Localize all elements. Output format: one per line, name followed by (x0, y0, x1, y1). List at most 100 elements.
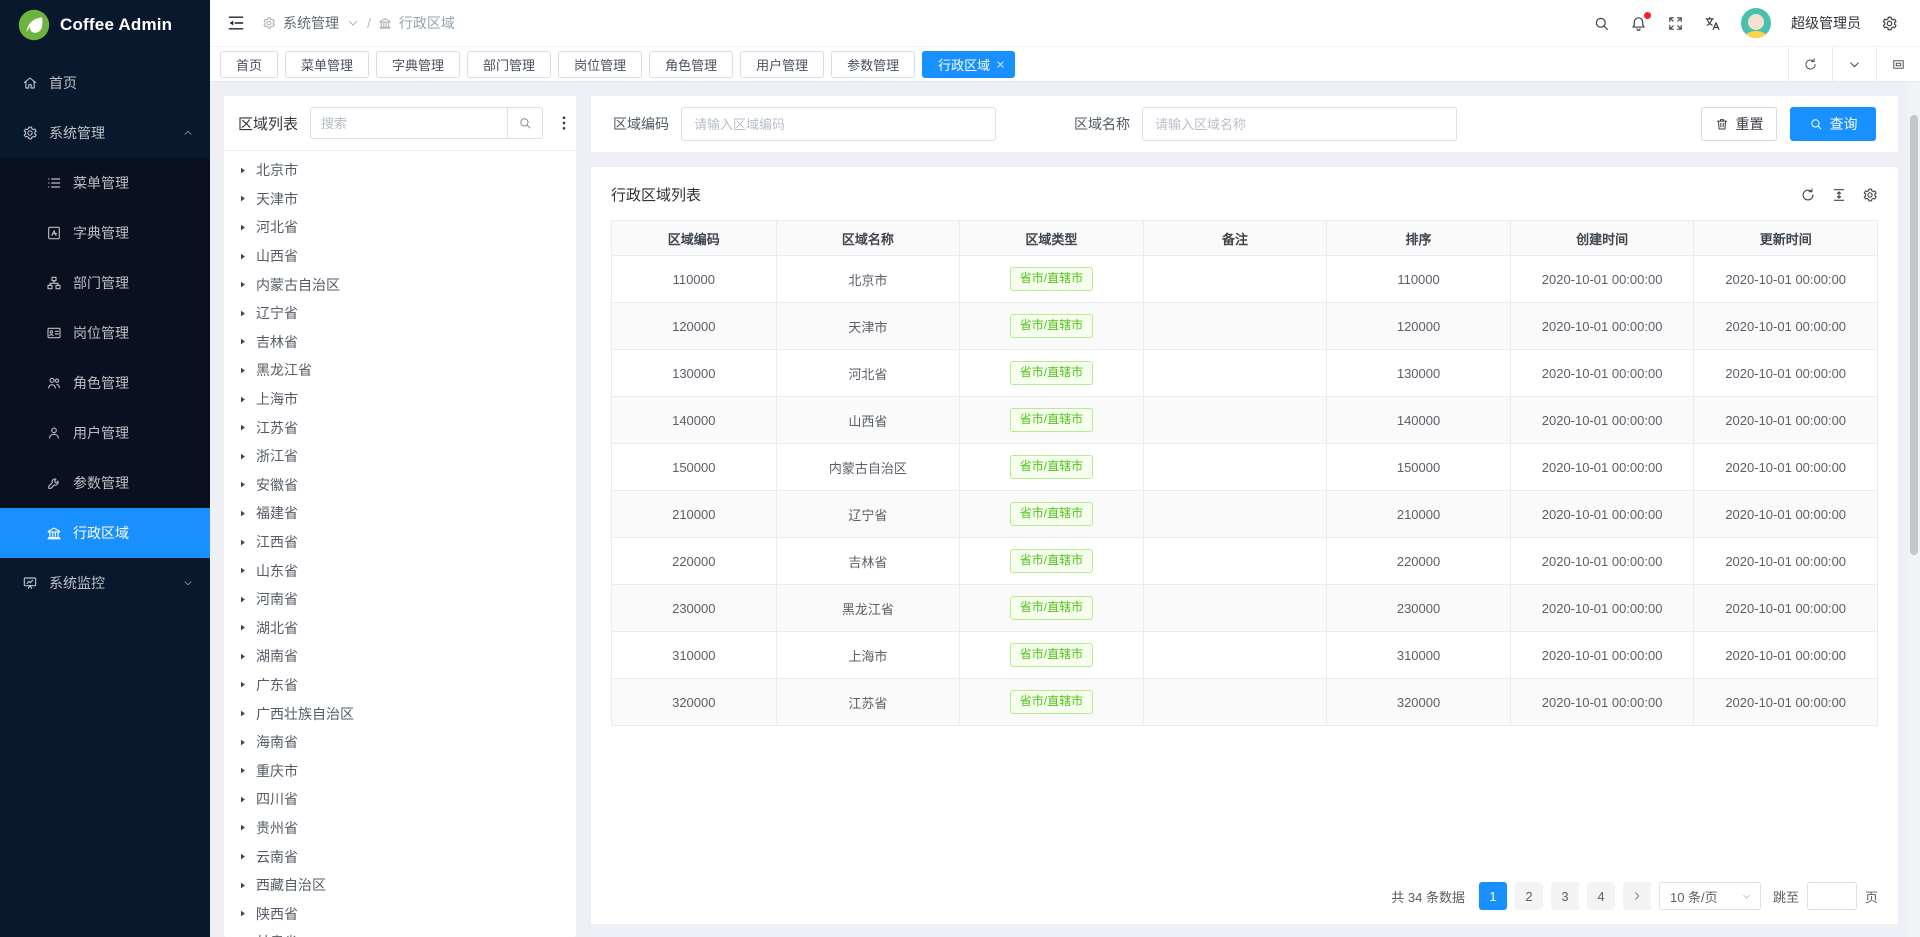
sidebar-item-role-management[interactable]: 角色管理 (0, 358, 210, 408)
tree-item[interactable]: 贵州省 (224, 814, 576, 843)
sidebar-item-system-management[interactable]: 系统管理 (0, 108, 210, 158)
tree-item[interactable]: 辽宁省 (224, 299, 576, 328)
caret-right-icon[interactable] (238, 766, 247, 775)
tree-search-button[interactable] (507, 107, 543, 139)
page-button-3[interactable]: 3 (1551, 882, 1579, 910)
table-row[interactable]: 140000山西省省市/直辖市1400002020-10-01 00:00:00… (612, 397, 1878, 444)
page-button-2[interactable]: 2 (1515, 882, 1543, 910)
caret-right-icon[interactable] (238, 881, 247, 890)
tree-item[interactable]: 广西壮族自治区 (224, 699, 576, 728)
caret-right-icon[interactable] (238, 823, 247, 832)
page-scrollbar[interactable] (1908, 83, 1920, 937)
avatar[interactable] (1741, 8, 1771, 38)
sidebar-item-menu-management[interactable]: 菜单管理 (0, 158, 210, 208)
sidebar-item-param-management[interactable]: 参数管理 (0, 458, 210, 508)
search-icon[interactable] (1593, 15, 1610, 32)
column-height-icon[interactable] (1831, 187, 1847, 203)
caret-right-icon[interactable] (238, 252, 247, 261)
tree-item[interactable]: 江苏省 (224, 413, 576, 442)
table-row[interactable]: 120000天津市省市/直辖市1200002020-10-01 00:00:00… (612, 303, 1878, 350)
sidebar-item-admin-region[interactable]: 行政区域 (0, 508, 210, 558)
tab-dict-management[interactable]: 字典管理 (376, 51, 460, 78)
tree-item[interactable]: 陕西省 (224, 899, 576, 928)
tab-admin-region[interactable]: 行政区域 (922, 51, 1015, 78)
tab-home[interactable]: 首页 (220, 51, 278, 78)
caret-right-icon[interactable] (238, 194, 247, 203)
caret-right-icon[interactable] (238, 595, 247, 604)
tree-item[interactable]: 海南省 (224, 728, 576, 757)
sidebar-item-system-monitor[interactable]: 系统监控 (0, 558, 210, 608)
chevron-down-tab-action[interactable] (1832, 47, 1876, 81)
table-row[interactable]: 150000内蒙古自治区省市/直辖市1500002020-10-01 00:00… (612, 444, 1878, 491)
breadcrumb-section[interactable]: 系统管理 (283, 13, 339, 33)
tree-item[interactable]: 福建省 (224, 499, 576, 528)
caret-right-icon[interactable] (238, 509, 247, 518)
refresh-tab-action[interactable] (1788, 47, 1832, 81)
tree-item[interactable]: 河南省 (224, 585, 576, 614)
tree-item[interactable]: 吉林省 (224, 328, 576, 357)
tree-item[interactable]: 安徽省 (224, 471, 576, 500)
sidebar-item-dept-management[interactable]: 部门管理 (0, 258, 210, 308)
reset-button[interactable]: 重置 (1701, 107, 1777, 141)
caret-right-icon[interactable] (238, 795, 247, 804)
tree-item[interactable]: 内蒙古自治区 (224, 270, 576, 299)
tree-item[interactable]: 山东省 (224, 556, 576, 585)
caret-right-icon[interactable] (238, 623, 247, 632)
tree-search-input[interactable] (310, 107, 507, 139)
tab-dept-management[interactable]: 部门管理 (467, 51, 551, 78)
tree-item[interactable]: 北京市 (224, 156, 576, 185)
tree-item[interactable]: 西藏自治区 (224, 871, 576, 900)
table-row[interactable]: 230000黑龙江省省市/直辖市2300002020-10-01 00:00:0… (612, 585, 1878, 632)
caret-right-icon[interactable] (238, 852, 247, 861)
caret-right-icon[interactable] (238, 223, 247, 232)
jump-page-input[interactable] (1807, 882, 1857, 910)
caret-right-icon[interactable] (238, 909, 247, 918)
caret-right-icon[interactable] (238, 538, 247, 547)
search-button[interactable]: 查询 (1790, 107, 1876, 141)
region-name-input[interactable] (1142, 107, 1457, 141)
collapse-sidebar-icon[interactable] (226, 13, 246, 33)
caret-right-icon[interactable] (238, 566, 247, 575)
next-page-button[interactable] (1623, 882, 1651, 910)
tab-role-management[interactable]: 角色管理 (649, 51, 733, 78)
settings-icon[interactable] (1862, 187, 1878, 203)
table-row[interactable]: 220000吉林省省市/直辖市2200002020-10-01 00:00:00… (612, 538, 1878, 585)
refresh-icon[interactable] (1800, 187, 1816, 203)
caret-right-icon[interactable] (238, 280, 247, 289)
tree-item[interactable]: 湖南省 (224, 642, 576, 671)
table-row[interactable]: 110000北京市省市/直辖市1100002020-10-01 00:00:00… (612, 256, 1878, 303)
translate-icon[interactable] (1704, 15, 1721, 32)
tab-param-management[interactable]: 参数管理 (831, 51, 915, 78)
caret-right-icon[interactable] (238, 366, 247, 375)
caret-right-icon[interactable] (238, 423, 247, 432)
caret-right-icon[interactable] (238, 166, 247, 175)
sidebar-item-user-management[interactable]: 用户管理 (0, 408, 210, 458)
caret-right-icon[interactable] (238, 395, 247, 404)
tree-item[interactable]: 天津市 (224, 185, 576, 214)
tree-item[interactable]: 河北省 (224, 213, 576, 242)
fullscreen-icon[interactable] (1667, 15, 1684, 32)
page-size-select[interactable]: 10 条/页 (1659, 882, 1761, 910)
caret-right-icon[interactable] (238, 738, 247, 747)
caret-right-icon[interactable] (238, 309, 247, 318)
tree-item[interactable]: 云南省 (224, 842, 576, 871)
tree-item[interactable]: 上海市 (224, 385, 576, 414)
page-button-1[interactable]: 1 (1479, 882, 1507, 910)
tab-post-management[interactable]: 岗位管理 (558, 51, 642, 78)
caret-right-icon[interactable] (238, 452, 247, 461)
caret-right-icon[interactable] (238, 652, 247, 661)
table-row[interactable]: 320000江苏省省市/直辖市3200002020-10-01 00:00:00… (612, 679, 1878, 726)
tab-menu-management[interactable]: 菜单管理 (285, 51, 369, 78)
caret-right-icon[interactable] (238, 680, 247, 689)
tree-item[interactable]: 江西省 (224, 528, 576, 557)
sidebar-item-post-management[interactable]: 岗位管理 (0, 308, 210, 358)
caret-right-icon[interactable] (238, 480, 247, 489)
tree-item[interactable]: 广东省 (224, 671, 576, 700)
tree-item[interactable]: 黑龙江省 (224, 356, 576, 385)
user-name[interactable]: 超级管理员 (1791, 13, 1861, 33)
region-code-input[interactable] (681, 107, 996, 141)
tab-user-management[interactable]: 用户管理 (740, 51, 824, 78)
tree-item[interactable]: 湖北省 (224, 614, 576, 643)
tree-item[interactable]: 山西省 (224, 242, 576, 271)
settings-icon[interactable] (1881, 15, 1898, 32)
